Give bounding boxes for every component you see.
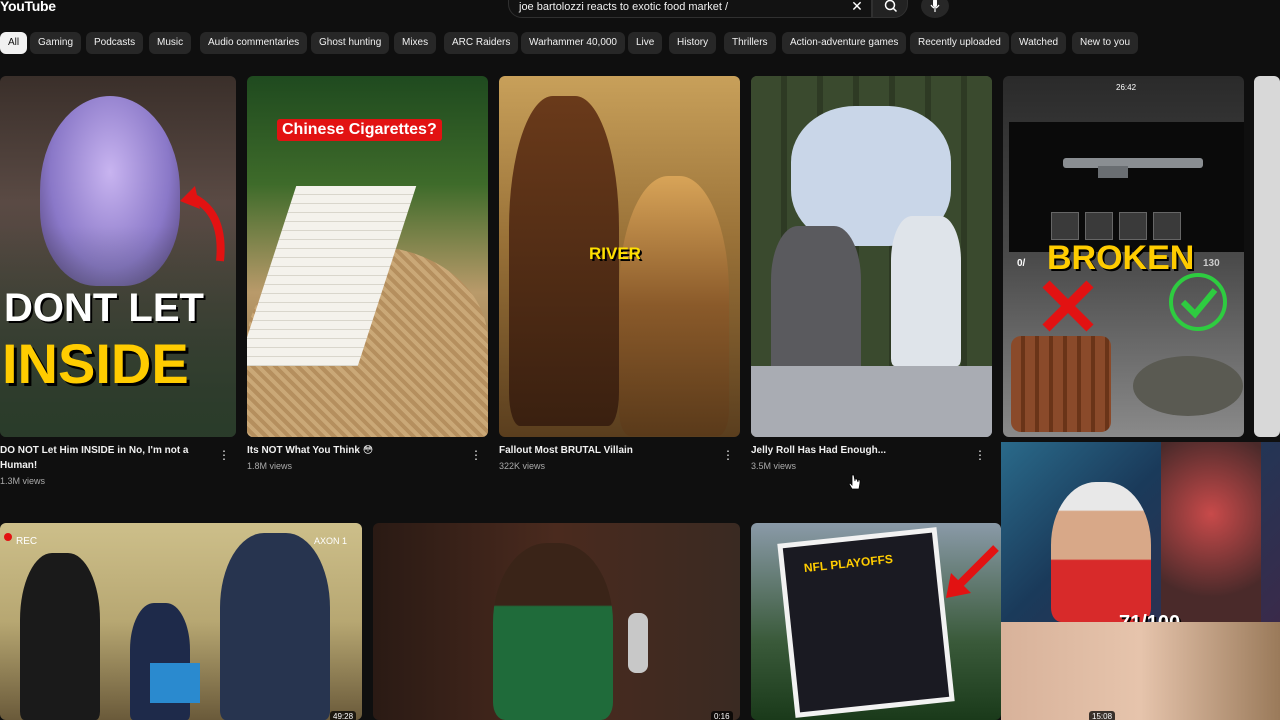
chip-mixes[interactable]: Mixes [394, 32, 437, 54]
more-options-icon[interactable]: ⋮ [218, 448, 230, 462]
chip-ghost-hunting[interactable]: Ghost hunting [311, 32, 390, 54]
thumbnail-text-line1: DONT LET [4, 286, 204, 330]
floor-image [751, 366, 992, 437]
chip-history[interactable]: History [669, 32, 717, 54]
voice-search-button[interactable] [921, 0, 949, 18]
video-title[interactable]: Fallout Most BRUTAL Villain [499, 443, 714, 458]
view-count: 1.3M views [0, 476, 46, 486]
video-timestamp: 26:42 [1116, 83, 1137, 92]
chip-audio-commentaries[interactable]: Audio commentaries [200, 32, 308, 54]
survivor-figure-image [619, 176, 729, 436]
chip-music[interactable]: Music [149, 32, 192, 54]
video-thumbnail[interactable]: NFL PLAYOFFS [751, 523, 1001, 720]
red-arrow-icon [180, 186, 225, 262]
thumbnail-text: RIVER [589, 244, 641, 263]
gadget-image [1133, 356, 1243, 416]
chip-arc-raiders[interactable]: ARC Raiders [444, 32, 519, 54]
mouse-cursor-icon [848, 474, 861, 490]
video-thumbnail[interactable] [1254, 76, 1280, 437]
chip-gaming[interactable]: Gaming [30, 32, 82, 54]
chip-watched[interactable]: Watched [1011, 32, 1067, 54]
video-duration: 0:16 [711, 711, 733, 720]
red-arrow-icon [946, 545, 999, 598]
bracket-poster-image: NFL PLAYOFFS [777, 527, 955, 718]
search-button[interactable] [872, 0, 908, 18]
video-thumbnail[interactable]: 15:08 [1001, 621, 1280, 720]
thumbnail-text: Chinese Cigarettes? [277, 119, 442, 141]
video-title[interactable]: Its NOT What You Think 😳 [247, 443, 462, 458]
youtube-logo[interactable]: YouTube [0, 0, 56, 14]
chip-warhammer[interactable]: Warhammer 40,000 [521, 32, 625, 54]
camera-label: AXON 1 [314, 536, 348, 546]
chip-podcasts[interactable]: Podcasts [86, 32, 144, 54]
weapon-icon [1063, 158, 1203, 178]
search-icon [884, 0, 898, 13]
view-count: 1.8M views [247, 461, 293, 471]
christmas-tree-image [1161, 442, 1261, 622]
thumbnail-small-text: 0/ [1017, 258, 1026, 269]
video-title[interactable]: DO NOT Let Him INSIDE in No, I'm not a H… [0, 443, 215, 473]
view-count: 322K views [499, 461, 546, 471]
video-thumbnail[interactable]: 26:42 0/ 130 BROKEN [1003, 76, 1244, 437]
video-thumbnail[interactable]: 0:16 [373, 523, 740, 720]
singer-image [493, 543, 613, 720]
thumbnail-small-text: 130 [1203, 258, 1220, 269]
inventory-slots [1051, 212, 1191, 242]
search-box[interactable]: joe bartolozzi reacts to exotic food mar… [508, 0, 872, 18]
more-options-icon[interactable]: ⋮ [470, 448, 482, 462]
view-count: 3.5M views [751, 461, 797, 471]
record-icon [4, 533, 12, 541]
video-thumbnail[interactable]: Chinese Cigarettes? [247, 76, 488, 437]
microphone-image [628, 613, 648, 673]
streamer-image [1051, 482, 1151, 622]
video-duration: 49:28 [330, 711, 357, 720]
thumbnail-text-line2: INSIDE [2, 332, 189, 395]
search-input[interactable]: joe bartolozzi reacts to exotic food mar… [519, 1, 728, 13]
top-bar: YouTube joe bartolozzi reacts to exotic … [0, 0, 1280, 20]
person-image [891, 216, 961, 366]
video-thumbnail[interactable] [751, 76, 992, 437]
video-thumbnail[interactable]: RIVER [499, 76, 740, 437]
chip-thrillers[interactable]: Thrillers [724, 32, 776, 54]
video-duration: 15:08 [1089, 711, 1116, 720]
video-title[interactable]: Jelly Roll Has Had Enough... [751, 443, 966, 458]
officer-image [220, 533, 330, 720]
chip-action-adventure[interactable]: Action-adventure games [782, 32, 907, 54]
mic-icon [930, 0, 940, 12]
more-options-icon[interactable]: ⋮ [974, 448, 986, 462]
green-check-icon [1169, 273, 1227, 331]
video-title-line: Human! [0, 460, 38, 471]
chip-live[interactable]: Live [628, 32, 663, 54]
more-options-icon[interactable]: ⋮ [722, 448, 734, 462]
barrel-image [1011, 336, 1111, 432]
clear-search-icon[interactable]: ✕ [846, 0, 868, 17]
chip-all[interactable]: All [0, 32, 28, 54]
streamer-webcam: 71/100 [1001, 442, 1280, 622]
red-x-icon [1042, 280, 1094, 332]
score-overlay: 71/100 [1119, 612, 1180, 622]
chip-new-to-you[interactable]: New to you [1072, 32, 1139, 54]
chip-recently-uploaded[interactable]: Recently uploaded [910, 32, 1009, 54]
video-thumbnail[interactable]: REC AXON 1 49:28 [0, 523, 362, 720]
cooler-image [150, 663, 200, 703]
video-title-line: DO NOT Let Him INSIDE in No, I'm not a [0, 445, 189, 456]
video-thumbnail[interactable]: DONT LET INSIDE [0, 76, 236, 437]
rec-label: REC [16, 536, 38, 547]
filter-chips: All Gaming Podcasts Music Audio commenta… [0, 32, 1280, 54]
officer-image [20, 553, 100, 720]
